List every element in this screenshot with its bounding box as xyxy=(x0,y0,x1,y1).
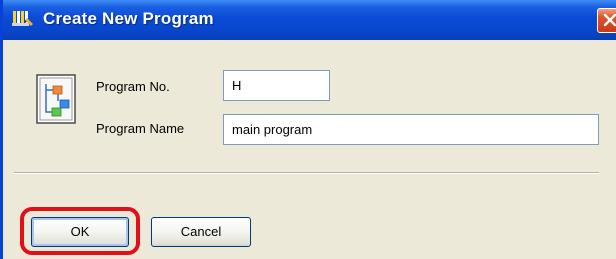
program-name-field[interactable] xyxy=(223,114,599,145)
close-button[interactable] xyxy=(597,8,616,33)
divider xyxy=(14,172,599,174)
ok-button[interactable]: OK xyxy=(31,217,129,247)
program-no-label: Program No. xyxy=(96,79,170,94)
cancel-button[interactable]: Cancel xyxy=(151,217,251,247)
close-icon xyxy=(603,13,616,27)
program-name-label: Program Name xyxy=(96,121,185,136)
create-new-program-dialog: Create New Program Program No. Program N… xyxy=(0,0,616,259)
program-editor-icon xyxy=(12,11,33,26)
program-flow-icon xyxy=(36,74,76,124)
title-bar[interactable]: Create New Program xyxy=(3,0,616,40)
program-no-field[interactable] xyxy=(223,70,330,101)
dialog-title: Create New Program xyxy=(43,9,214,28)
